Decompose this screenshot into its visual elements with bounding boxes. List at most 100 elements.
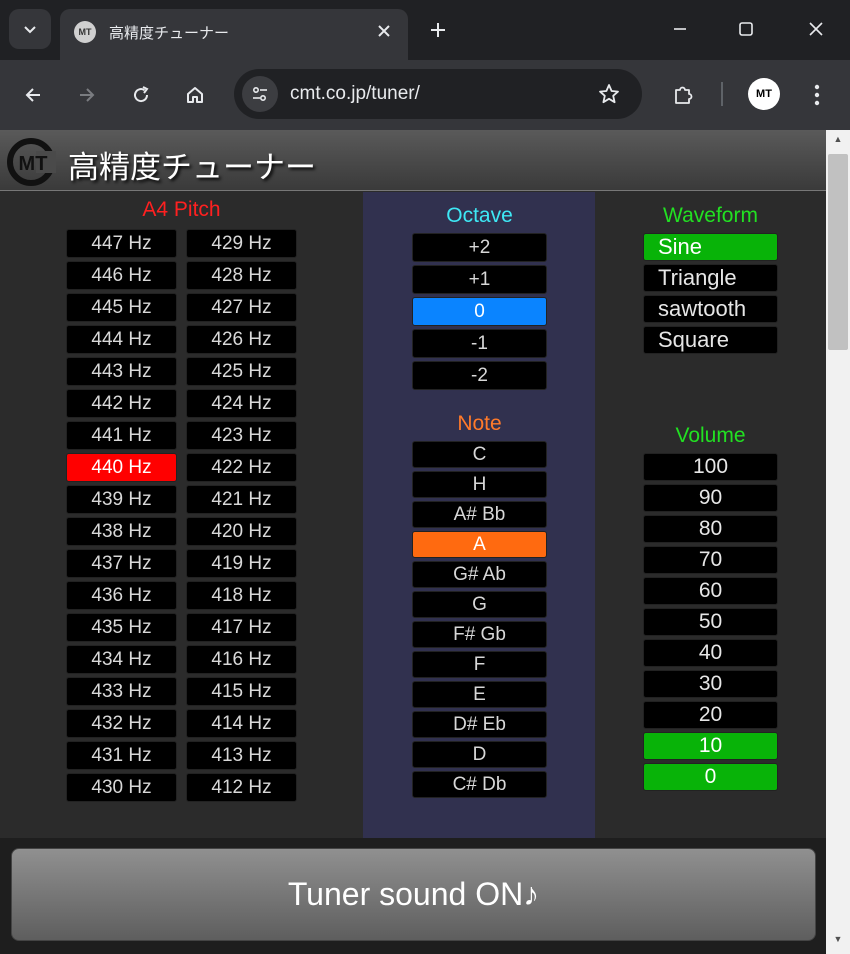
scroll-thumb[interactable] — [828, 154, 848, 350]
extensions-button[interactable] — [666, 78, 700, 112]
pitch-button[interactable]: 418 Hz — [186, 581, 297, 610]
pitch-button[interactable]: 412 Hz — [186, 773, 297, 802]
note-button[interactable]: G — [412, 591, 547, 618]
pitch-button[interactable]: 417 Hz — [186, 613, 297, 642]
maximize-button[interactable] — [731, 14, 761, 44]
reload-button[interactable] — [124, 78, 158, 112]
note-button[interactable]: D — [412, 741, 547, 768]
note-button[interactable]: A — [412, 531, 547, 558]
pitch-button[interactable]: 427 Hz — [186, 293, 297, 322]
pitch-button[interactable]: 437 Hz — [66, 549, 177, 578]
close-icon[interactable] — [372, 19, 396, 43]
pitch-button[interactable]: 413 Hz — [186, 741, 297, 770]
volume-button[interactable]: 50 — [643, 608, 778, 636]
note-button[interactable]: C — [412, 441, 547, 468]
octave-button[interactable]: -2 — [412, 361, 547, 390]
puzzle-icon — [675, 86, 693, 104]
pitch-button[interactable]: 430 Hz — [66, 773, 177, 802]
pitch-button[interactable]: 431 Hz — [66, 741, 177, 770]
note-button[interactable]: D# Eb — [412, 711, 547, 738]
note-button[interactable]: E — [412, 681, 547, 708]
pitch-button[interactable]: 442 Hz — [66, 389, 177, 418]
menu-button[interactable] — [800, 78, 834, 112]
tune-icon — [252, 86, 267, 102]
pitch-button[interactable]: 421 Hz — [186, 485, 297, 514]
note-button[interactable]: C# Db — [412, 771, 547, 798]
note-button[interactable]: F — [412, 651, 547, 678]
pitch-button[interactable]: 415 Hz — [186, 677, 297, 706]
pitch-button[interactable]: 419 Hz — [186, 549, 297, 578]
tab-search-button[interactable] — [9, 9, 51, 49]
note-button[interactable]: H — [412, 471, 547, 498]
volume-title: Volume — [675, 424, 746, 447]
pitch-button[interactable]: 414 Hz — [186, 709, 297, 738]
octave-button[interactable]: +1 — [412, 265, 547, 294]
logo-text: MT — [19, 153, 48, 175]
address-bar[interactable]: cmt.co.jp/tuner/ — [234, 69, 642, 119]
volume-button[interactable]: 80 — [643, 515, 778, 543]
forward-button[interactable] — [70, 78, 104, 112]
vertical-scrollbar[interactable]: ▲ ▼ — [826, 130, 850, 954]
minimize-icon — [674, 28, 686, 30]
note-button[interactable]: F# Gb — [412, 621, 547, 648]
waveform-button[interactable]: Triangle — [643, 264, 778, 292]
profile-avatar[interactable]: MT — [748, 78, 780, 110]
pitch-button[interactable]: 423 Hz — [186, 421, 297, 450]
volume-button[interactable]: 60 — [643, 577, 778, 605]
profile-logo-icon: MT — [756, 88, 772, 100]
pitch-button[interactable]: 425 Hz — [186, 357, 297, 386]
pitch-button[interactable]: 446 Hz — [66, 261, 177, 290]
volume-button[interactable]: 100 — [643, 453, 778, 481]
home-button[interactable] — [178, 78, 212, 112]
waveform-button[interactable]: Square — [643, 326, 778, 354]
pitch-button[interactable]: 444 Hz — [66, 325, 177, 354]
bookmark-star-button[interactable] — [594, 79, 624, 109]
pitch-button[interactable]: 447 Hz — [66, 229, 177, 258]
volume-button[interactable]: 0 — [643, 763, 778, 791]
note-button[interactable]: A# Bb — [412, 501, 547, 528]
volume-button[interactable]: 10 — [643, 732, 778, 760]
volume-button[interactable]: 20 — [643, 701, 778, 729]
browser-tab[interactable]: MT 高精度チューナー — [60, 9, 408, 60]
pitch-button[interactable]: 420 Hz — [186, 517, 297, 546]
waveform-button[interactable]: sawtooth — [643, 295, 778, 323]
pitch-button[interactable]: 440 Hz — [66, 453, 177, 482]
waveform-button[interactable]: Sine — [643, 233, 778, 261]
plus-icon — [431, 23, 445, 37]
pitch-button[interactable]: 434 Hz — [66, 645, 177, 674]
pitch-button[interactable]: 435 Hz — [66, 613, 177, 642]
octave-button[interactable]: 0 — [412, 297, 547, 326]
volume-button[interactable]: 70 — [643, 546, 778, 574]
volume-button[interactable]: 40 — [643, 639, 778, 667]
pitch-button[interactable]: 422 Hz — [186, 453, 297, 482]
pitch-button[interactable]: 428 Hz — [186, 261, 297, 290]
volume-button[interactable]: 30 — [643, 670, 778, 698]
pitch-button[interactable]: 441 Hz — [66, 421, 177, 450]
pitch-button[interactable]: 426 Hz — [186, 325, 297, 354]
pitch-button[interactable]: 436 Hz — [66, 581, 177, 610]
back-button[interactable] — [16, 78, 50, 112]
octave-button[interactable]: +2 — [412, 233, 547, 262]
pitch-button[interactable]: 443 Hz — [66, 357, 177, 386]
scroll-down-arrow-icon[interactable]: ▼ — [826, 934, 850, 950]
pitch-button[interactable]: 445 Hz — [66, 293, 177, 322]
octave-title: Octave — [446, 204, 513, 227]
pitch-button[interactable]: 433 Hz — [66, 677, 177, 706]
page-viewport: MT 高精度チューナー A4 Pitch 447 Hz 446 Hz 445 Hz 4… — [0, 130, 826, 954]
pitch-button[interactable]: 438 Hz — [66, 517, 177, 546]
pitch-button[interactable]: 429 Hz — [186, 229, 297, 258]
url-text[interactable]: cmt.co.jp/tuner/ — [290, 83, 420, 105]
pitch-button[interactable]: 439 Hz — [66, 485, 177, 514]
note-button[interactable]: G# Ab — [412, 561, 547, 588]
new-tab-button[interactable] — [424, 16, 452, 44]
octave-button[interactable]: -1 — [412, 329, 547, 358]
minimize-button[interactable] — [665, 14, 695, 44]
tuner-sound-button[interactable]: Tuner sound ON♪ — [11, 848, 816, 941]
site-info-button[interactable] — [242, 76, 278, 112]
volume-button[interactable]: 90 — [643, 484, 778, 512]
pitch-button[interactable]: 432 Hz — [66, 709, 177, 738]
scroll-up-arrow-icon[interactable]: ▲ — [826, 134, 850, 150]
window-close-button[interactable] — [801, 14, 831, 44]
pitch-button[interactable]: 416 Hz — [186, 645, 297, 674]
pitch-button[interactable]: 424 Hz — [186, 389, 297, 418]
